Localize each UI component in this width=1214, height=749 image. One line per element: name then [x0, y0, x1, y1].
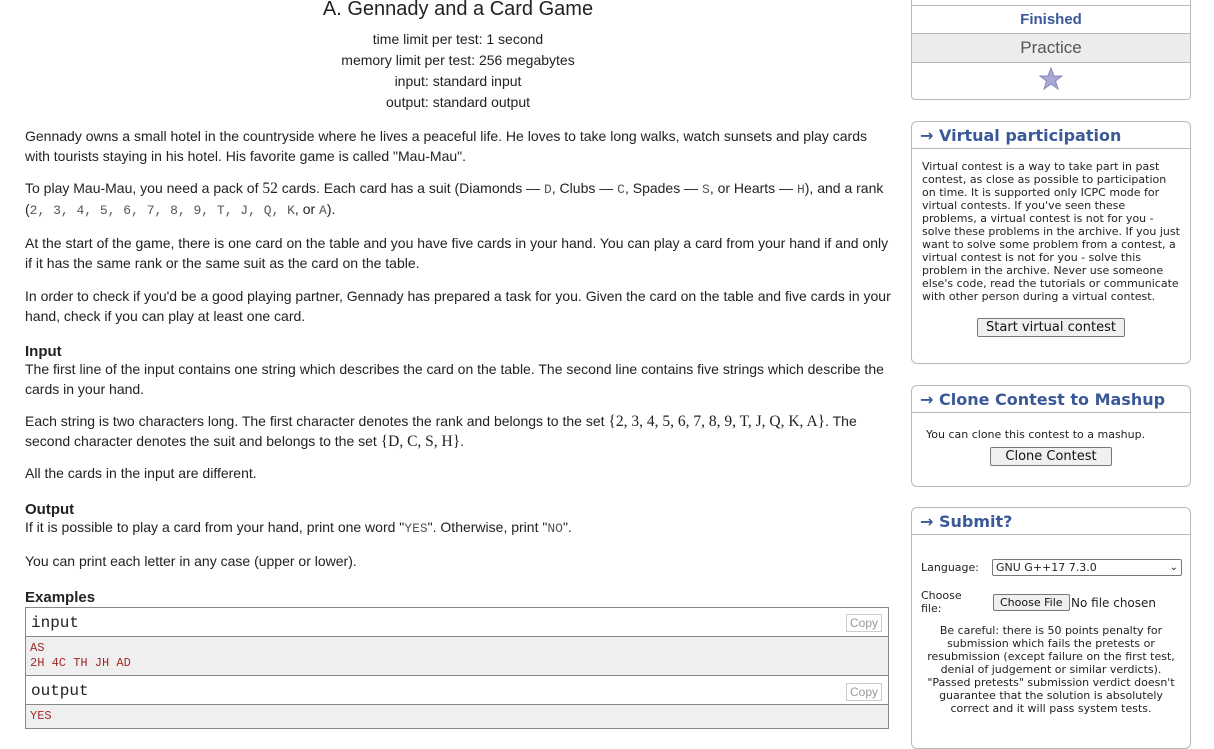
- submit-box: → Submit? Language: GNU G++17 7.3.0 ⌄ Ch…: [911, 507, 1191, 749]
- statement-paragraph: Gennady owns a small hotel in the countr…: [25, 128, 868, 164]
- text: ". Otherwise, print ": [427, 518, 548, 535]
- code-yes: YES: [404, 520, 428, 536]
- favourite-star-icon[interactable]: [1038, 66, 1064, 91]
- file-status: No file chosen: [1071, 596, 1157, 610]
- choose-file-button[interactable]: Choose File: [993, 594, 1070, 611]
- output-heading: Output: [25, 500, 75, 518]
- status-practice: Practice: [912, 33, 1190, 63]
- sample-input-body: AS 2H 4C TH JH AD: [26, 636, 888, 675]
- copy-output-button[interactable]: Copy: [845, 682, 882, 701]
- input-heading: Input: [25, 343, 62, 360]
- clone-contest-text: You can clone this contest to a mashup.: [926, 428, 1146, 441]
- clone-contest-title: → Clone Contest to Mashup: [912, 386, 1190, 413]
- language-select[interactable]: GNU G++17 7.3.0 ⌄: [992, 559, 1182, 576]
- virtual-participation-text: Virtual contest is a way to take part in…: [922, 160, 1180, 303]
- input-file: input: standard input: [394, 73, 522, 89]
- text: ".: [562, 518, 572, 535]
- start-virtual-contest-button[interactable]: Start virtual contest: [977, 318, 1125, 337]
- sample-input-box: input Copy AS 2H 4C TH JH AD output Copy…: [25, 606, 889, 729]
- code-no: NO: [547, 520, 563, 536]
- chevron-down-icon: ⌄: [1169, 562, 1178, 573]
- code-H: H: [796, 182, 805, 197]
- virtual-button-row: Start virtual contest: [912, 318, 1190, 337]
- clone-contest-box: → Clone Contest to Mashup You can clone …: [911, 385, 1191, 487]
- statement-paragraph: To play Mau-Mau, you need a pack of 52 c…: [25, 179, 891, 220]
- status-finished[interactable]: Finished: [912, 5, 1190, 33]
- input-paragraph: All the cards in the input are different…: [25, 465, 257, 481]
- text: .: [460, 432, 465, 449]
- statement-paragraph: In order to check if you'd be a good pla…: [25, 288, 891, 324]
- statement-paragraph: At the start of the game, there is one c…: [25, 235, 889, 271]
- sample-input-line: AS: [30, 640, 45, 655]
- math-52: 52: [262, 180, 278, 197]
- output-paragraph: You can print each letter in any case (u…: [25, 553, 357, 569]
- text: , Clubs —: [551, 180, 618, 196]
- copy-input-button[interactable]: Copy: [845, 613, 882, 632]
- submit-title: → Submit?: [912, 508, 1190, 535]
- code-C: C: [617, 182, 625, 197]
- clone-contest-button[interactable]: Clone Contest: [990, 447, 1112, 466]
- virtual-participation-box: → Virtual participation Virtual contest …: [911, 121, 1191, 364]
- language-label: Language:: [921, 561, 979, 574]
- sample-output-line: YES: [30, 708, 52, 723]
- sample-output-body: YES: [26, 704, 888, 728]
- math-suit-set: {D, C, S, H}: [380, 432, 461, 450]
- memory-limit: memory limit per test: 256 megabytes: [341, 52, 575, 68]
- text: ).: [326, 200, 336, 217]
- sample-input-line: 2H 4C TH JH AD: [30, 655, 131, 670]
- sample-output-label: output: [26, 674, 888, 705]
- problem-limits: time limit per test: 1 second memory lim…: [25, 29, 891, 113]
- code-ranks: 2, 3, 4, 5, 6, 7, 8, 9, T, J, Q, K: [29, 202, 295, 218]
- examples-heading: Examples: [25, 588, 96, 606]
- virtual-participation-title: → Virtual participation: [912, 122, 1190, 149]
- math-rank-set: {2, 3, 4, 5, 6, 7, 8, 9, T, J, Q, K, A}: [608, 413, 826, 430]
- time-limit: time limit per test: 1 second: [372, 31, 544, 47]
- clone-button-row: Clone Contest: [912, 447, 1190, 466]
- text: , or Hearts —: [709, 180, 797, 196]
- input-paragraph: Each string is two characters long. The …: [25, 412, 891, 451]
- language-select-value: GNU G++17 7.3.0: [996, 561, 1097, 574]
- output-paragraph: If it is possible to play a card from yo…: [25, 518, 891, 539]
- text: To play Mau-Mau, you need a pack of: [25, 180, 263, 196]
- penalty-warning: Be careful: there is 50 points penalty f…: [927, 624, 1175, 715]
- input-paragraph: The first line of the input contains one…: [25, 361, 884, 397]
- text: , or: [294, 200, 320, 217]
- problem-statement: A. Gennady and a Card Game time limit pe…: [25, 0, 891, 729]
- sample-input-label: input: [26, 607, 888, 637]
- text: cards. Each card has a suit (Diamonds —: [277, 180, 544, 196]
- code-A: A: [319, 202, 327, 218]
- code-S: S: [702, 182, 710, 197]
- code-D: D: [543, 182, 552, 197]
- text: If it is possible to play a card from yo…: [25, 518, 405, 535]
- choose-file-label: Choose file:: [921, 589, 962, 615]
- problem-title: A. Gennady and a Card Game: [322, 0, 594, 20]
- text: , Spades —: [624, 180, 702, 196]
- output-file: output: standard output: [386, 94, 530, 110]
- text: Each string is two characters long. The …: [25, 413, 609, 429]
- contest-status-box: Finished Practice: [911, 0, 1191, 100]
